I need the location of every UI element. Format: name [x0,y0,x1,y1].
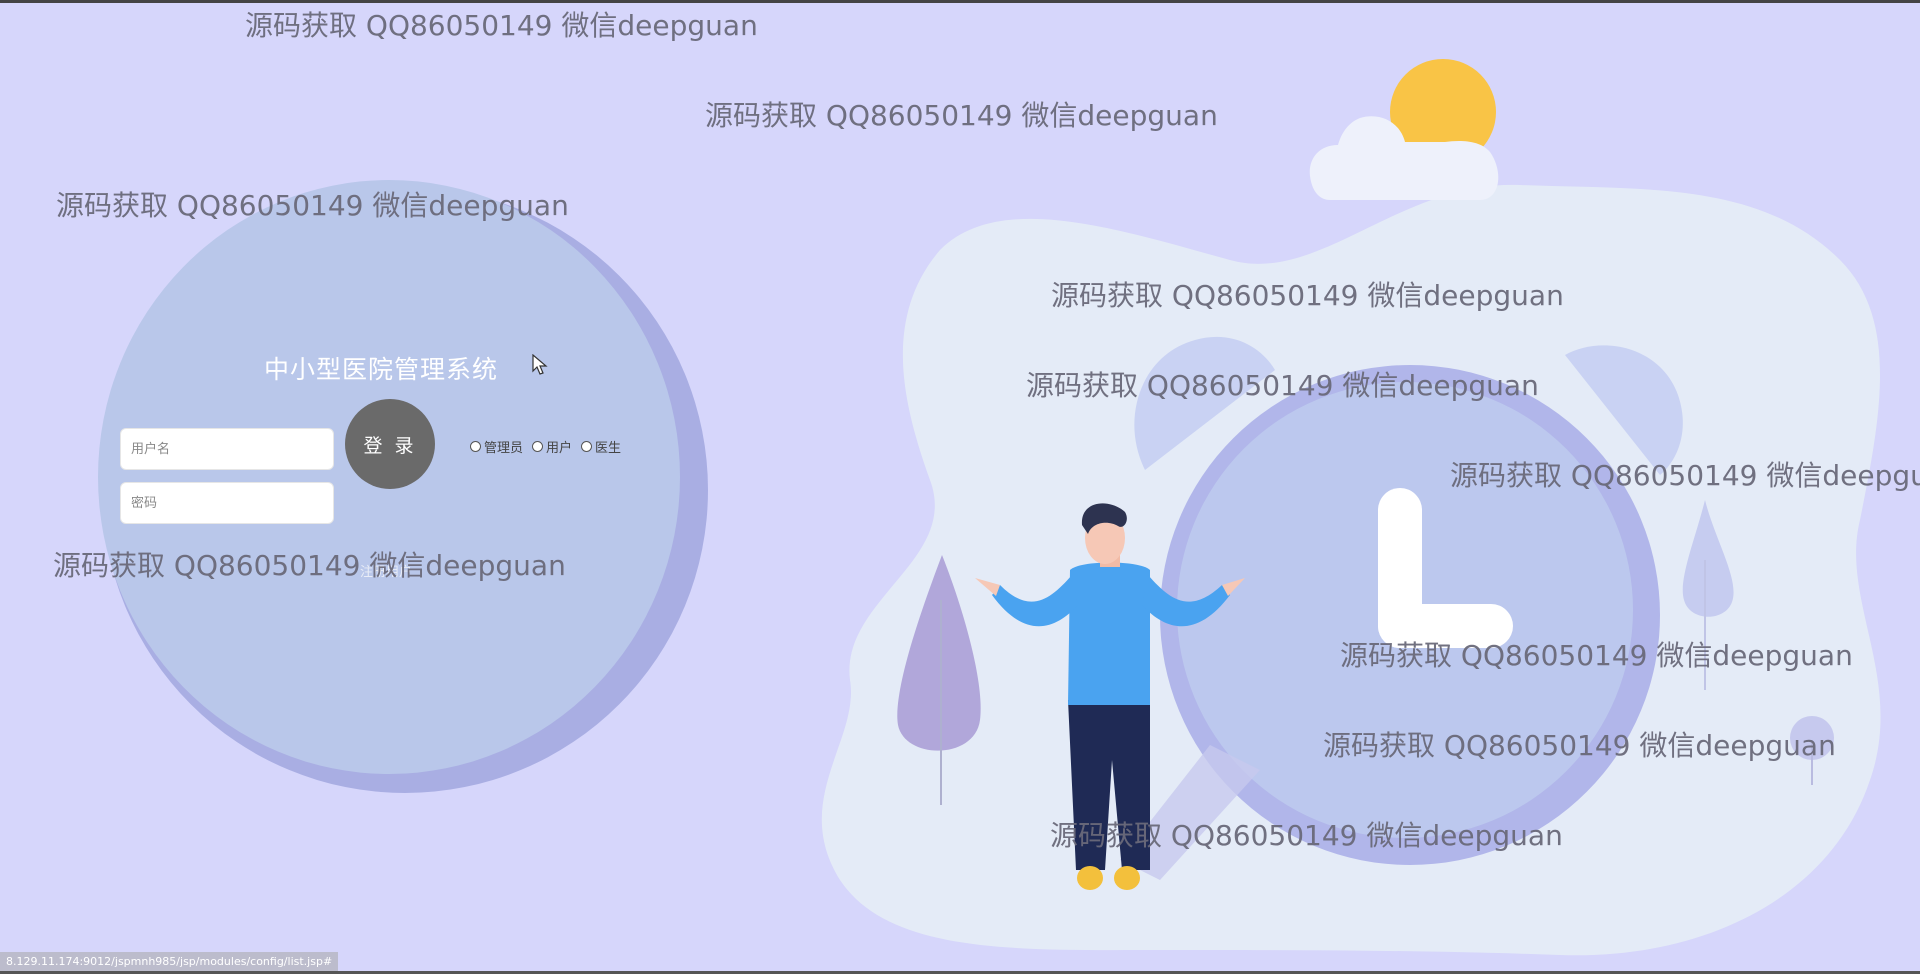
watermark-text: 源码获取 QQ86050149 微信deepguan [56,189,569,222]
watermark-text: 源码获取 QQ86050149 微信deepguan [245,9,758,42]
system-title: 中小型医院管理系统 [264,355,499,384]
watermark-text: 源码获取 QQ86050149 微信deepguan [1051,279,1564,312]
watermark-text: 源码获取 QQ86050149 微信deepguan [53,549,566,582]
role-selector: 管理员 用户 医生 [470,437,625,456]
role-option-admin[interactable]: 管理员 [470,437,523,456]
mouse-pointer-icon [532,354,548,375]
password-input[interactable] [120,482,334,524]
watermark-text: 源码获取 QQ86050149 微信deepguan [1323,729,1836,762]
role-option-doctor[interactable]: 医生 [581,437,621,456]
radio-icon[interactable] [532,441,544,452]
watermark-text: 源码获取 QQ86050149 微信deepguan [705,99,1218,132]
watermark-text: 源码获取 QQ86050149 微信deepguan [1026,369,1539,402]
login-button[interactable]: 登 录 [345,399,435,489]
role-label: 医生 [595,441,622,456]
watermark-text: 源码获取 QQ86050149 微信deepguan [1450,459,1920,492]
role-option-user[interactable]: 用户 [532,437,572,456]
watermark-text: 源码获取 QQ86050149 微信deepguan [1050,819,1563,852]
role-label: 用户 [546,441,573,456]
radio-icon[interactable] [581,441,593,452]
status-bar-url: 8.129.11.174:9012/jspmnh985/jsp/modules/… [0,952,339,971]
role-label: 管理员 [484,441,524,456]
radio-icon[interactable] [470,441,481,452]
watermark-text: 源码获取 QQ86050149 微信deepguan [1340,639,1853,672]
username-input[interactable] [120,428,334,470]
